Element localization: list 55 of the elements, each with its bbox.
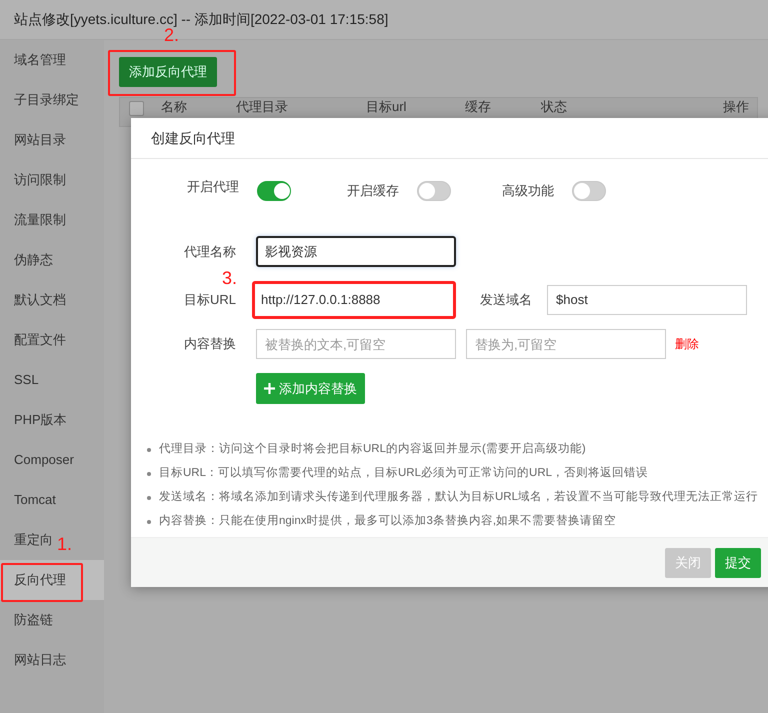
sidebar-item[interactable]: 子目录绑定 xyxy=(0,80,80,120)
replace-from-field[interactable]: 被替换的文本,可留空 xyxy=(256,329,456,359)
note-text: 目标URL：可以填写你需要代理的站点，目标URL必须为可正常访问的URL，否则将返回错误 xyxy=(159,465,648,481)
sidebar-item[interactable]: 流量限制 xyxy=(0,200,67,240)
sidebar-item[interactable]: 重定向 xyxy=(0,520,54,560)
bullet-icon xyxy=(147,520,151,524)
sidebar-item[interactable]: 网站日志 xyxy=(0,640,67,680)
add-replace-button[interactable]: 添加内容替换 xyxy=(256,373,365,404)
field-label: 目标URL xyxy=(182,291,236,310)
annotation-number: 3. xyxy=(222,267,238,290)
window-title: 站点修改[yyets.iculture.cc] -- 添加时间[2022-03-01 17:15:58] xyxy=(14,10,388,28)
toggle-switch[interactable] xyxy=(572,181,606,201)
add-proxy-button[interactable]: 添加反向代理 xyxy=(119,57,217,87)
sidebar-item[interactable]: 配置文件 xyxy=(0,320,67,360)
field-label: 代理名称 xyxy=(183,242,236,261)
column-header: 状态 xyxy=(541,99,567,115)
sidebar-item[interactable]: SSL xyxy=(0,360,40,400)
bullet-icon xyxy=(147,448,151,452)
annotation-number: 1. xyxy=(57,533,72,555)
sidebar-item[interactable]: 域名管理 xyxy=(0,40,67,80)
bullet-icon xyxy=(147,472,151,476)
toggle-switch[interactable] xyxy=(417,181,451,201)
sidebar-item[interactable]: 网站目录 xyxy=(0,120,67,160)
field-label: 内容替换 xyxy=(183,335,236,354)
dialog-title: 创建反向代理 xyxy=(151,128,235,148)
plus-icon xyxy=(264,383,275,394)
toggle-label: 开启代理 xyxy=(187,178,239,196)
column-header: 操作 xyxy=(723,99,749,115)
replace-to-field[interactable]: 替换为,可留空 xyxy=(466,329,666,359)
submit-button[interactable]: 提交 xyxy=(715,548,761,578)
column-header: 代理目录 xyxy=(236,99,288,115)
sidebar-item[interactable]: 访问限制 xyxy=(0,160,67,200)
toggle-label: 高级功能 xyxy=(502,182,554,200)
send-domain-field[interactable]: $host xyxy=(547,285,747,315)
target-url-field[interactable]: http://127.0.0.1:8888 xyxy=(252,281,456,319)
note-text: 内容替换：只能在使用nginx时提供，最多可以添加3条替换内容,如果不需要替换请留空 xyxy=(159,513,616,529)
sidebar-item[interactable]: PHP版本 xyxy=(0,400,68,440)
column-header: 缓存 xyxy=(465,99,491,115)
proxy-name-field[interactable]: 影视资源 xyxy=(256,236,456,267)
delete-link[interactable]: 删除 xyxy=(675,335,699,353)
column-header: 目标url xyxy=(366,99,406,115)
sidebar-item[interactable]: Composer xyxy=(0,440,75,480)
sidebar-item[interactable]: Tomcat xyxy=(0,480,57,520)
column-header: 名称 xyxy=(161,99,187,115)
checkbox[interactable] xyxy=(129,101,144,116)
bullet-icon xyxy=(147,496,151,500)
note-text: 发送域名：将域名添加到请求头传递到代理服务器，默认为目标URL域名，若设置不当可能导致代理无法正常运行 xyxy=(159,490,758,505)
field-label: 发送域名 xyxy=(480,291,532,310)
toggle-label: 开启缓存 xyxy=(347,182,399,200)
sidebar-item[interactable]: 默认文档 xyxy=(0,280,67,320)
sidebar-item[interactable]: 防盗链 xyxy=(0,600,54,640)
toggle-switch[interactable] xyxy=(257,181,291,201)
sidebar-item[interactable]: 反向代理 xyxy=(0,560,104,600)
sidebar-item[interactable]: 伪静态 xyxy=(0,240,54,280)
note-text: 代理目录：访问这个目录时将会把目标URL的内容返回并显示(需要开启高级功能) xyxy=(159,441,586,457)
